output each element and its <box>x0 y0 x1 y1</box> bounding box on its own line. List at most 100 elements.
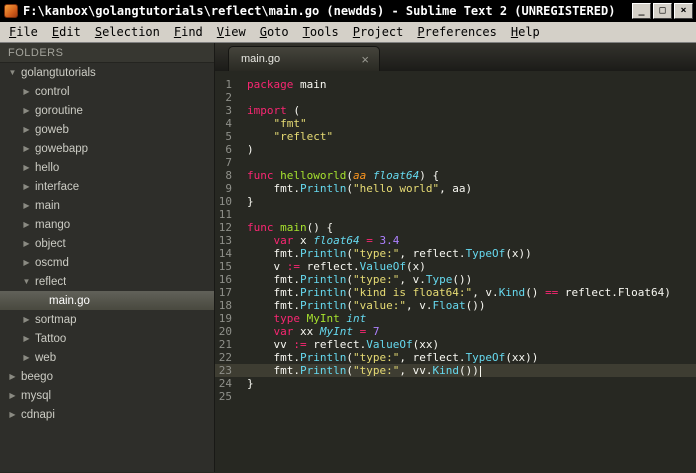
menu-goto[interactable]: Goto <box>253 23 296 41</box>
menu-edit[interactable]: Edit <box>45 23 88 41</box>
close-button[interactable]: × <box>674 3 693 19</box>
chevron-right-icon[interactable]: ▶ <box>20 163 33 172</box>
code-line-10[interactable]: 10} <box>215 195 696 208</box>
chevron-right-icon[interactable]: ▶ <box>20 334 33 343</box>
tree-item-label: interface <box>35 180 80 193</box>
folder-object[interactable]: ▶ object <box>0 234 214 253</box>
line-number: 25 <box>218 390 232 403</box>
code-line-5[interactable]: 5 "reflect" <box>215 130 696 143</box>
chevron-right-icon[interactable]: ▶ <box>6 391 19 400</box>
maximize-button[interactable]: □ <box>653 3 672 19</box>
folder-control[interactable]: ▶ control <box>0 82 214 101</box>
chevron-right-icon[interactable]: ▶ <box>20 106 33 115</box>
code-line-13[interactable]: 13 var x float64 = 3.4 <box>215 234 696 247</box>
menu-project[interactable]: Project <box>346 23 411 41</box>
chevron-right-icon[interactable]: ▶ <box>20 220 33 229</box>
code-text: func main() { <box>247 221 334 234</box>
code-line-14[interactable]: 14 fmt.Println("type:", reflect.TypeOf(x… <box>215 247 696 260</box>
code-area[interactable]: 1 package main 2 3 import (4 "fmt" 5 "reflect… <box>215 71 696 472</box>
code-line-2[interactable]: 2 <box>215 91 696 104</box>
folder-hello[interactable]: ▶ hello <box>0 158 214 177</box>
menu-find[interactable]: Find <box>167 23 210 41</box>
folder-mysql[interactable]: ▶ mysql <box>0 386 214 405</box>
chevron-right-icon[interactable]: ▶ <box>20 125 33 134</box>
line-number: 12 <box>218 221 232 234</box>
code-text: package main <box>247 78 327 91</box>
chevron-right-icon[interactable]: ▶ <box>20 182 33 191</box>
code-line-9[interactable]: 9 fmt.Println("hello world", aa) <box>215 182 696 195</box>
code-line-24[interactable]: 24} <box>215 377 696 390</box>
titlebar[interactable]: F:\kanbox\golangtutorials\reflect\main.g… <box>0 0 696 22</box>
folder-goweb[interactable]: ▶ goweb <box>0 120 214 139</box>
line-number: 15 <box>218 260 232 273</box>
code-line-23[interactable]: 23 fmt.Println("type:", vv.Kind()) <box>215 364 696 377</box>
folder-interface[interactable]: ▶ interface <box>0 177 214 196</box>
code-line-21[interactable]: 21 vv := reflect.ValueOf(xx) <box>215 338 696 351</box>
chevron-right-icon[interactable]: ▶ <box>20 258 33 267</box>
tree-item-label: golangtutorials <box>21 66 96 79</box>
folder-tree: ▼ golangtutorials ▶ control ▶ goroutine ▶ goweb… <box>0 63 214 424</box>
folder-cdnapi[interactable]: ▶ cdnapi <box>0 405 214 424</box>
code-line-19[interactable]: 19 type MyInt int <box>215 312 696 325</box>
text-cursor <box>479 366 481 377</box>
chevron-right-icon[interactable]: ▶ <box>6 372 19 381</box>
line-number: 14 <box>218 247 232 260</box>
code-line-8[interactable]: 8 func helloworld(aa float64) { <box>215 169 696 182</box>
code-line-20[interactable]: 20 var xx MyInt = 7 <box>215 325 696 338</box>
code-line-7[interactable]: 7 <box>215 156 696 169</box>
chevron-right-icon[interactable]: ▶ <box>20 315 33 324</box>
folder-tattoo[interactable]: ▶ Tattoo <box>0 329 214 348</box>
folder-mango[interactable]: ▶ mango <box>0 215 214 234</box>
window-controls: _ □ × <box>632 3 693 19</box>
line-number: 19 <box>218 312 232 325</box>
chevron-right-icon[interactable]: ▶ <box>20 239 33 248</box>
chevron-right-icon[interactable]: ▶ <box>20 201 33 210</box>
code-line-15[interactable]: 15 v := reflect.ValueOf(x) <box>215 260 696 273</box>
folder-oscmd[interactable]: ▶ oscmd <box>0 253 214 272</box>
minimize-button[interactable]: _ <box>632 3 651 19</box>
code-line-12[interactable]: 12 func main() { <box>215 221 696 234</box>
folder-gowebapp[interactable]: ▶ gowebapp <box>0 139 214 158</box>
line-number: 8 <box>225 169 232 182</box>
folder-sortmap[interactable]: ▶ sortmap <box>0 310 214 329</box>
menu-help[interactable]: Help <box>504 23 547 41</box>
folder-beego[interactable]: ▶ beego <box>0 367 214 386</box>
menu-tools[interactable]: Tools <box>296 23 346 41</box>
chevron-down-icon[interactable]: ▼ <box>20 277 33 286</box>
code-text: func helloworld(aa float64) { <box>247 169 440 182</box>
menu-file[interactable]: File <box>2 23 45 41</box>
folder-web[interactable]: ▶ web <box>0 348 214 367</box>
code-line-25[interactable]: 25 <box>215 390 696 403</box>
tab-main-go[interactable]: main.go × <box>228 46 380 71</box>
tab-label: main.go <box>241 53 281 65</box>
tree-item-label: goweb <box>35 123 69 136</box>
code-line-18[interactable]: 18 fmt.Println("value:", v.Float()) <box>215 299 696 312</box>
menu-preferences[interactable]: Preferences <box>410 23 503 41</box>
menu-view[interactable]: View <box>210 23 253 41</box>
code-line-17[interactable]: 17 fmt.Println("kind is float64:", v.Kin… <box>215 286 696 299</box>
tab-close-icon[interactable]: × <box>359 53 371 66</box>
code-line-11[interactable]: 11 <box>215 208 696 221</box>
code-line-6[interactable]: 6) <box>215 143 696 156</box>
tree-item-label: mysql <box>21 389 52 402</box>
chevron-right-icon[interactable]: ▶ <box>6 410 19 419</box>
code-line-22[interactable]: 22 fmt.Println("type:", reflect.TypeOf(x… <box>215 351 696 364</box>
chevron-right-icon[interactable]: ▶ <box>20 353 33 362</box>
code-line-4[interactable]: 4 "fmt" <box>215 117 696 130</box>
folder-golangtutorials[interactable]: ▼ golangtutorials <box>0 63 214 82</box>
code-line-16[interactable]: 16 fmt.Println("type:", v.Type()) <box>215 273 696 286</box>
chevron-right-icon[interactable]: ▶ <box>20 87 33 96</box>
menu-selection[interactable]: Selection <box>88 23 167 41</box>
code-line-3[interactable]: 3 import ( <box>215 104 696 117</box>
code-line-1[interactable]: 1 package main <box>215 78 696 91</box>
file-main.go[interactable]: main.go <box>0 291 214 310</box>
chevron-down-icon[interactable]: ▼ <box>6 68 19 77</box>
code-text: } <box>247 195 254 208</box>
code-text: ) <box>247 143 254 156</box>
line-number: 7 <box>225 156 232 169</box>
folder-goroutine[interactable]: ▶ goroutine <box>0 101 214 120</box>
folder-reflect[interactable]: ▼ reflect <box>0 272 214 291</box>
code-text: fmt.Println("type:", reflect.TypeOf(x)) <box>247 247 532 260</box>
folder-main[interactable]: ▶ main <box>0 196 214 215</box>
chevron-right-icon[interactable]: ▶ <box>20 144 33 153</box>
